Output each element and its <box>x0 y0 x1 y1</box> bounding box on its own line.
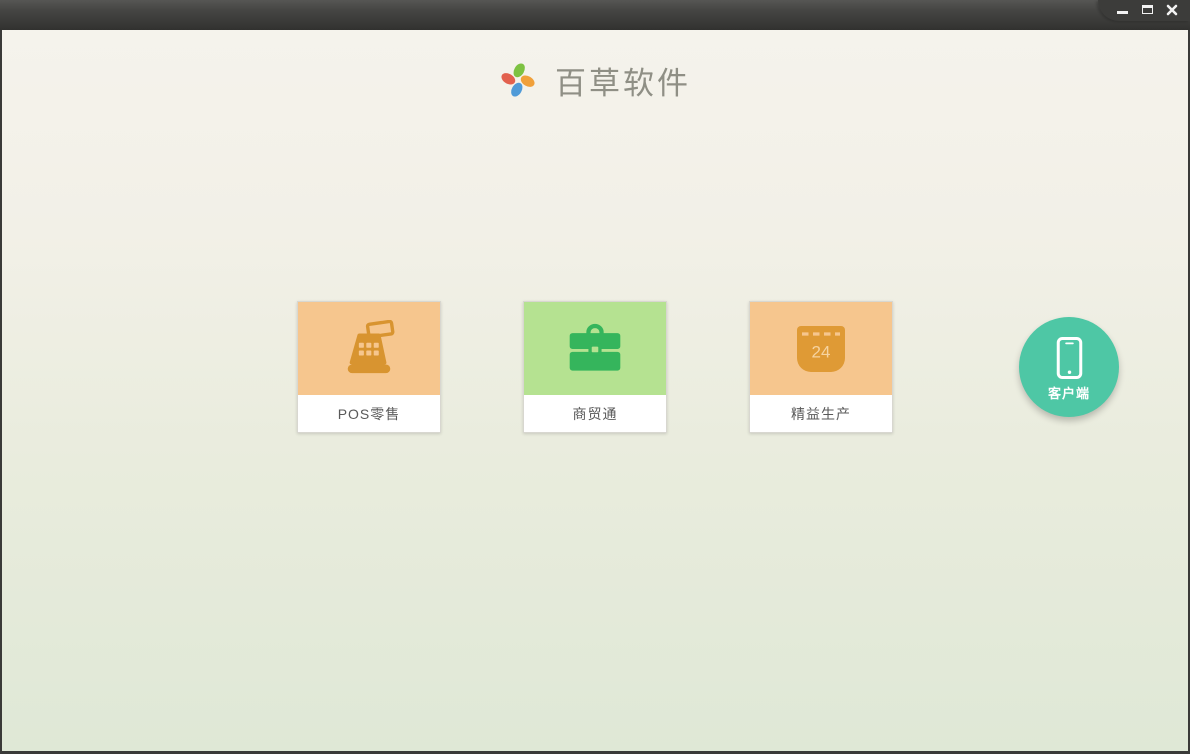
maximize-icon <box>1141 5 1153 14</box>
app-window: 百草软件 POS零售 商贸通 24 精益生产 客户端 <box>0 0 1190 754</box>
app-title: 百草软件 <box>555 65 691 102</box>
product-cards: POS零售 商贸通 24 精益生产 <box>297 301 893 433</box>
window-controls <box>1098 0 1190 21</box>
client-button[interactable]: 客户端 <box>1019 317 1119 417</box>
pinwheel-logo-icon <box>501 63 535 97</box>
card-tile: 24 <box>750 302 892 395</box>
calendar-day: 24 <box>812 342 831 361</box>
maximize-button[interactable] <box>1139 2 1155 18</box>
card-tile <box>298 302 440 395</box>
client-button-label: 客户端 <box>1047 386 1090 401</box>
cash-register-icon <box>347 319 395 373</box>
card-lean-production[interactable]: 24 精益生产 <box>749 301 893 433</box>
smartphone-icon <box>1056 337 1082 379</box>
card-trade[interactable]: 商贸通 <box>523 301 667 433</box>
card-label: 精益生产 <box>750 395 892 432</box>
card-label: POS零售 <box>298 395 440 432</box>
briefcase-icon <box>569 323 621 371</box>
minimize-icon <box>1116 10 1128 14</box>
close-icon <box>1166 4 1178 15</box>
card-tile <box>524 302 666 395</box>
brand-header: 百草软件 <box>2 55 1188 105</box>
minimize-button[interactable] <box>1114 2 1130 18</box>
card-pos-retail[interactable]: POS零售 <box>297 301 441 433</box>
main-content: 百草软件 POS零售 商贸通 24 精益生产 客户端 <box>2 30 1188 751</box>
close-button[interactable] <box>1164 2 1180 18</box>
card-label: 商贸通 <box>524 395 666 432</box>
title-bar[interactable] <box>0 0 1190 30</box>
calendar-icon: 24 <box>797 325 845 372</box>
